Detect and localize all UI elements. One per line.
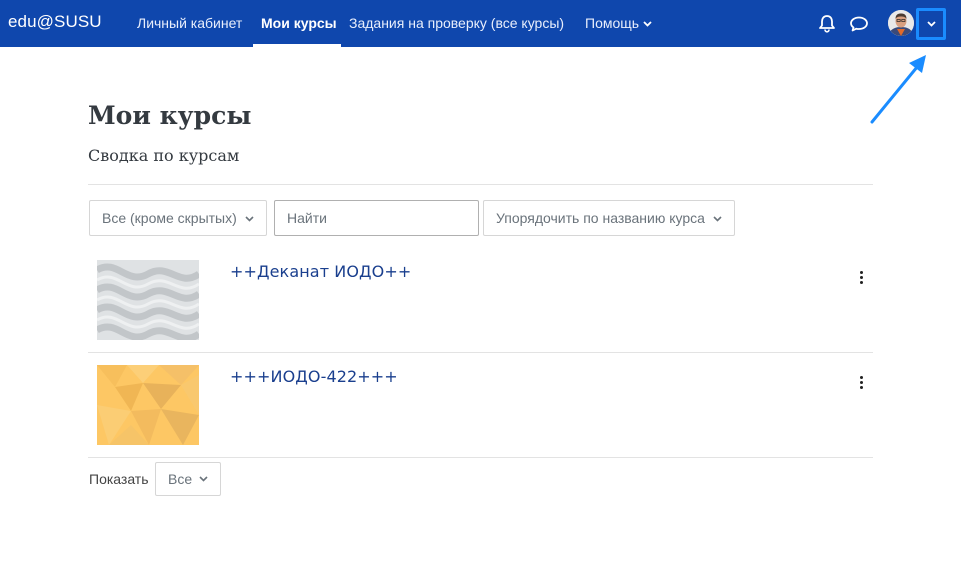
page-title: Мои курсы — [88, 101, 252, 130]
grouping-dropdown[interactable]: Все (кроме скрытых) — [89, 200, 267, 236]
course-image[interactable] — [97, 260, 199, 340]
top-navbar: edu@SUSU Личный кабинет Мои курсы Задани… — [0, 0, 961, 47]
sort-dropdown[interactable]: Упорядочить по названию курса — [483, 200, 735, 236]
nav-dashboard[interactable]: Личный кабинет — [137, 15, 242, 31]
chat-bubble-icon[interactable] — [849, 14, 869, 34]
chevron-down-icon — [245, 216, 254, 222]
sort-label: Упорядочить по названию курса — [496, 210, 705, 226]
course-image[interactable] — [97, 365, 199, 445]
divider — [88, 457, 873, 458]
annotation-arrow-icon — [870, 55, 926, 124]
avatar[interactable] — [888, 10, 914, 36]
show-label: Показать — [89, 471, 149, 487]
course-actions-menu-icon[interactable] — [856, 375, 868, 391]
page-size-value: Все — [168, 471, 193, 487]
section-subtitle: Сводка по курсам — [88, 146, 240, 165]
nav-assignments-to-review[interactable]: Задания на проверку (все курсы) — [349, 15, 564, 31]
site-brand[interactable]: edu@SUSU — [8, 12, 102, 32]
divider — [88, 352, 873, 353]
course-link[interactable]: ++Деканат ИОДО++ — [230, 262, 411, 281]
chevron-down-icon — [199, 476, 208, 482]
nav-my-courses[interactable]: Мои курсы — [261, 15, 337, 31]
active-tab-indicator — [253, 44, 341, 47]
grouping-label: Все (кроме скрытых) — [102, 210, 237, 226]
chevron-down-icon — [927, 21, 936, 27]
bell-icon[interactable] — [818, 14, 838, 34]
course-search-input[interactable] — [274, 200, 479, 236]
chevron-down-icon — [643, 21, 652, 27]
nav-help-label: Помощь — [585, 15, 640, 31]
divider — [88, 184, 873, 185]
page-size-dropdown[interactable]: Все — [155, 462, 221, 496]
nav-help[interactable]: Помощь — [585, 15, 652, 31]
course-actions-menu-icon[interactable] — [856, 270, 868, 286]
chevron-down-icon — [713, 216, 722, 222]
course-link[interactable]: +++ИОДО-422+++ — [230, 367, 398, 386]
user-menu-toggle[interactable] — [916, 8, 946, 40]
